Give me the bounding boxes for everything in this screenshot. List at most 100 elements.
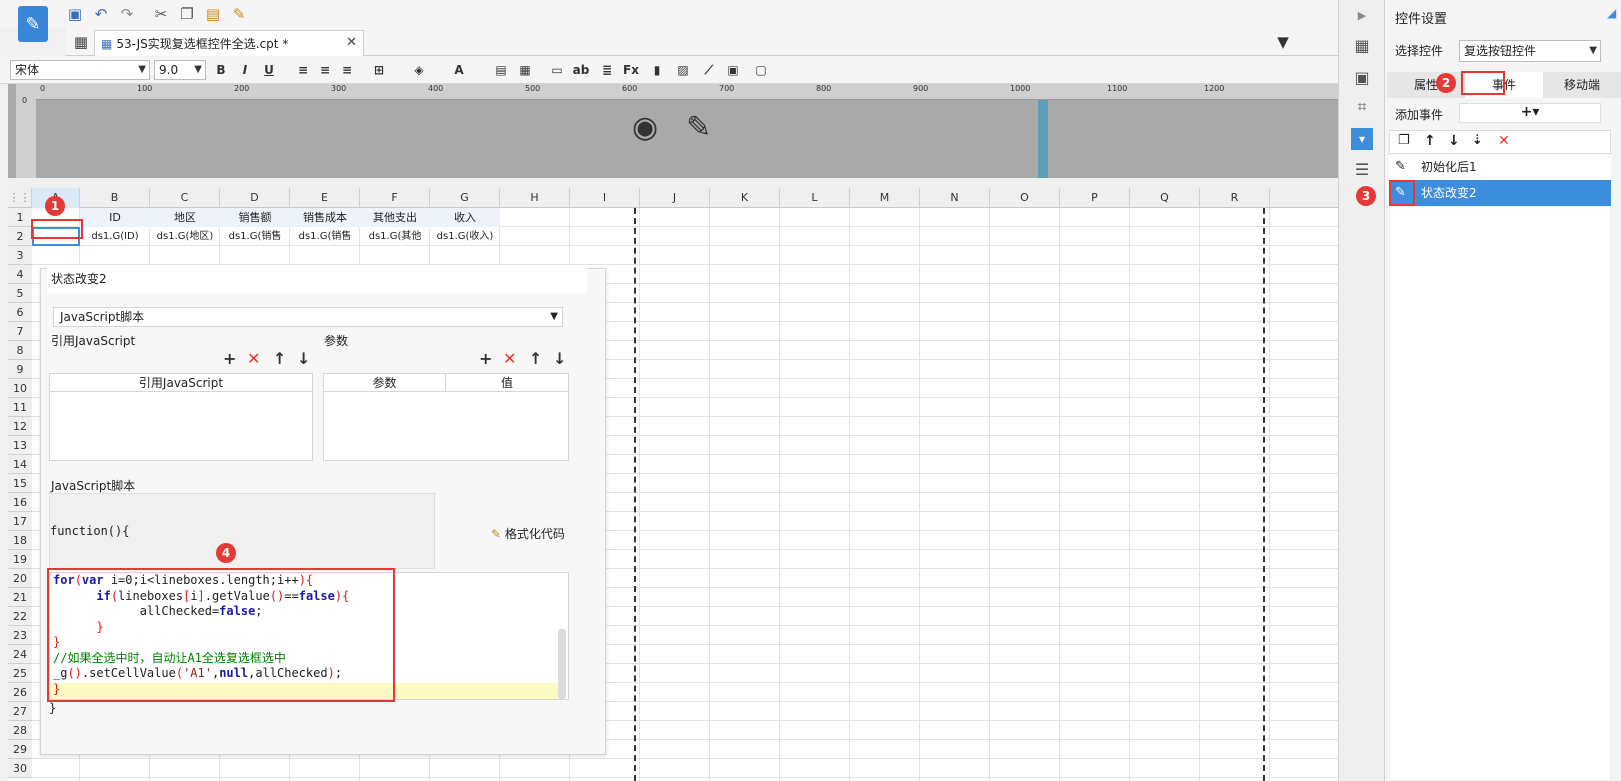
row-header[interactable]: 24: [8, 645, 32, 664]
row-header[interactable]: 6: [8, 303, 32, 322]
column-header[interactable]: E: [290, 188, 360, 208]
font-color-icon[interactable]: A: [450, 61, 468, 79]
row-header[interactable]: 9: [8, 360, 32, 379]
select-all-corner[interactable]: ⋮⋮: [8, 188, 32, 208]
row-header[interactable]: 15: [8, 474, 32, 493]
move-event-down-icon[interactable]: ↓: [1448, 133, 1460, 149]
format-code-button[interactable]: ✎ 格式化代码: [491, 525, 565, 542]
row-header[interactable]: 14: [8, 455, 32, 474]
column-header[interactable]: O: [990, 188, 1060, 208]
row-header[interactable]: 1: [8, 208, 32, 227]
row-header[interactable]: 19: [8, 550, 32, 569]
cut-icon[interactable]: ✂: [150, 4, 172, 24]
row-header[interactable]: 27: [8, 702, 32, 721]
column-header[interactable]: Q: [1130, 188, 1200, 208]
add-param-icon[interactable]: +: [479, 349, 492, 368]
row-header[interactable]: 4: [8, 265, 32, 284]
font-size-select[interactable]: 9.0 ▼: [154, 60, 206, 80]
params-table[interactable]: 参数 值: [323, 373, 569, 461]
corner-icon[interactable]: ◢: [1607, 6, 1616, 20]
cell-G1[interactable]: 收入: [430, 208, 500, 227]
cell-E1[interactable]: 销售成本: [290, 208, 360, 227]
row-header[interactable]: 3: [8, 246, 32, 265]
column-header[interactable]: I: [570, 188, 640, 208]
text-icon[interactable]: ab: [572, 61, 590, 79]
cell-attr-icon[interactable]: ▦: [1351, 34, 1373, 56]
edit-pencil-icon[interactable]: ✎: [686, 110, 711, 145]
row-header[interactable]: 25: [8, 664, 32, 683]
column-header[interactable]: N: [920, 188, 990, 208]
row-header[interactable]: 21: [8, 588, 32, 607]
move-event-up-icon[interactable]: ↑: [1424, 133, 1436, 149]
column-header[interactable]: C: [150, 188, 220, 208]
cell-D2[interactable]: ds1.G(销售: [220, 227, 290, 246]
column-header[interactable]: H: [500, 188, 570, 208]
column-header[interactable]: D: [220, 188, 290, 208]
add-icon[interactable]: +: [223, 349, 236, 368]
tab-file[interactable]: ▦ 53-JS实现复选框控件全选.cpt * ✕: [94, 30, 364, 56]
row-header[interactable]: 29: [8, 740, 32, 759]
row-header[interactable]: 23: [8, 626, 32, 645]
align-center-icon[interactable]: ≡: [316, 61, 334, 79]
condition-attr-icon[interactable]: ▣: [1351, 66, 1373, 88]
element-list-icon[interactable]: ☰: [1351, 158, 1373, 180]
cell-D1[interactable]: 销售额: [220, 208, 290, 227]
row-header[interactable]: 22: [8, 607, 32, 626]
align-left-icon[interactable]: ≡: [294, 61, 312, 79]
cell-F2[interactable]: ds1.G(其他: [360, 227, 430, 246]
copy-icon[interactable]: ❐: [176, 4, 198, 24]
move-up-icon[interactable]: ↑: [273, 349, 286, 368]
row-header[interactable]: 16: [8, 493, 32, 512]
copy-event-icon[interactable]: ❐: [1398, 133, 1410, 148]
move-param-down-icon[interactable]: ↓: [553, 349, 566, 368]
column-header[interactable]: B: [80, 188, 150, 208]
hide-icon[interactable]: ◉: [632, 110, 658, 145]
cell-E2[interactable]: ds1.G(销售: [290, 227, 360, 246]
delete-icon[interactable]: ✕: [247, 349, 260, 368]
crop-icon[interactable]: ⌗: [1351, 96, 1373, 118]
delete-param-icon[interactable]: ✕: [503, 349, 516, 368]
align-right-icon[interactable]: ≡: [338, 61, 356, 79]
bold-icon[interactable]: B: [212, 61, 230, 79]
font-family-select[interactable]: 宋体 ▼: [10, 60, 150, 80]
event-item-1[interactable]: ✎ 初始化后1: [1389, 154, 1611, 180]
slash-icon[interactable]: ⟋: [700, 61, 718, 79]
collapse-arrow-icon[interactable]: ▶: [1351, 4, 1373, 26]
dropdown-icon[interactable]: ▼: [1272, 32, 1294, 52]
image-icon[interactable]: ▨: [674, 61, 692, 79]
ref-js-table[interactable]: 引用JavaScript: [49, 373, 313, 461]
row-header[interactable]: 2: [8, 227, 32, 246]
event-item-2-selected[interactable]: ✎ 状态改变2: [1389, 180, 1611, 206]
paragraph-icon[interactable]: ≣: [598, 61, 616, 79]
cell-C2[interactable]: ds1.G(地区): [150, 227, 220, 246]
cell-B1[interactable]: ID: [80, 208, 150, 227]
row-header[interactable]: 7: [8, 322, 32, 341]
sort-events-icon[interactable]: ⇣: [1472, 133, 1483, 148]
row-header[interactable]: 17: [8, 512, 32, 531]
italic-icon[interactable]: I: [236, 61, 254, 79]
column-header[interactable]: K: [710, 188, 780, 208]
script-type-select[interactable]: JavaScript脚本 ▼: [53, 307, 563, 327]
subreport-icon[interactable]: ▣: [724, 61, 742, 79]
move-down-icon[interactable]: ↓: [297, 349, 310, 368]
column-header[interactable]: F: [360, 188, 430, 208]
frame-icon[interactable]: ▢: [752, 61, 770, 79]
save-icon[interactable]: ▣: [64, 4, 86, 24]
cell-C1[interactable]: 地区: [150, 208, 220, 227]
formula-icon[interactable]: Fx: [622, 61, 640, 79]
column-header[interactable]: P: [1060, 188, 1130, 208]
column-header[interactable]: R: [1200, 188, 1270, 208]
format-brush-icon[interactable]: ✎: [228, 4, 250, 24]
paste-icon[interactable]: ▤: [202, 4, 224, 24]
row-header[interactable]: 28: [8, 721, 32, 740]
column-header[interactable]: M: [850, 188, 920, 208]
column-header[interactable]: L: [780, 188, 850, 208]
redo-icon[interactable]: ↷: [116, 4, 138, 24]
insert-row-icon[interactable]: ▭: [548, 61, 566, 79]
column-header[interactable]: G: [430, 188, 500, 208]
row-header[interactable]: 10: [8, 379, 32, 398]
row-header[interactable]: 11: [8, 398, 32, 417]
row-header[interactable]: 8: [8, 341, 32, 360]
underline-icon[interactable]: U: [260, 61, 278, 79]
cell-B2[interactable]: ds1.G(ID): [80, 227, 150, 246]
